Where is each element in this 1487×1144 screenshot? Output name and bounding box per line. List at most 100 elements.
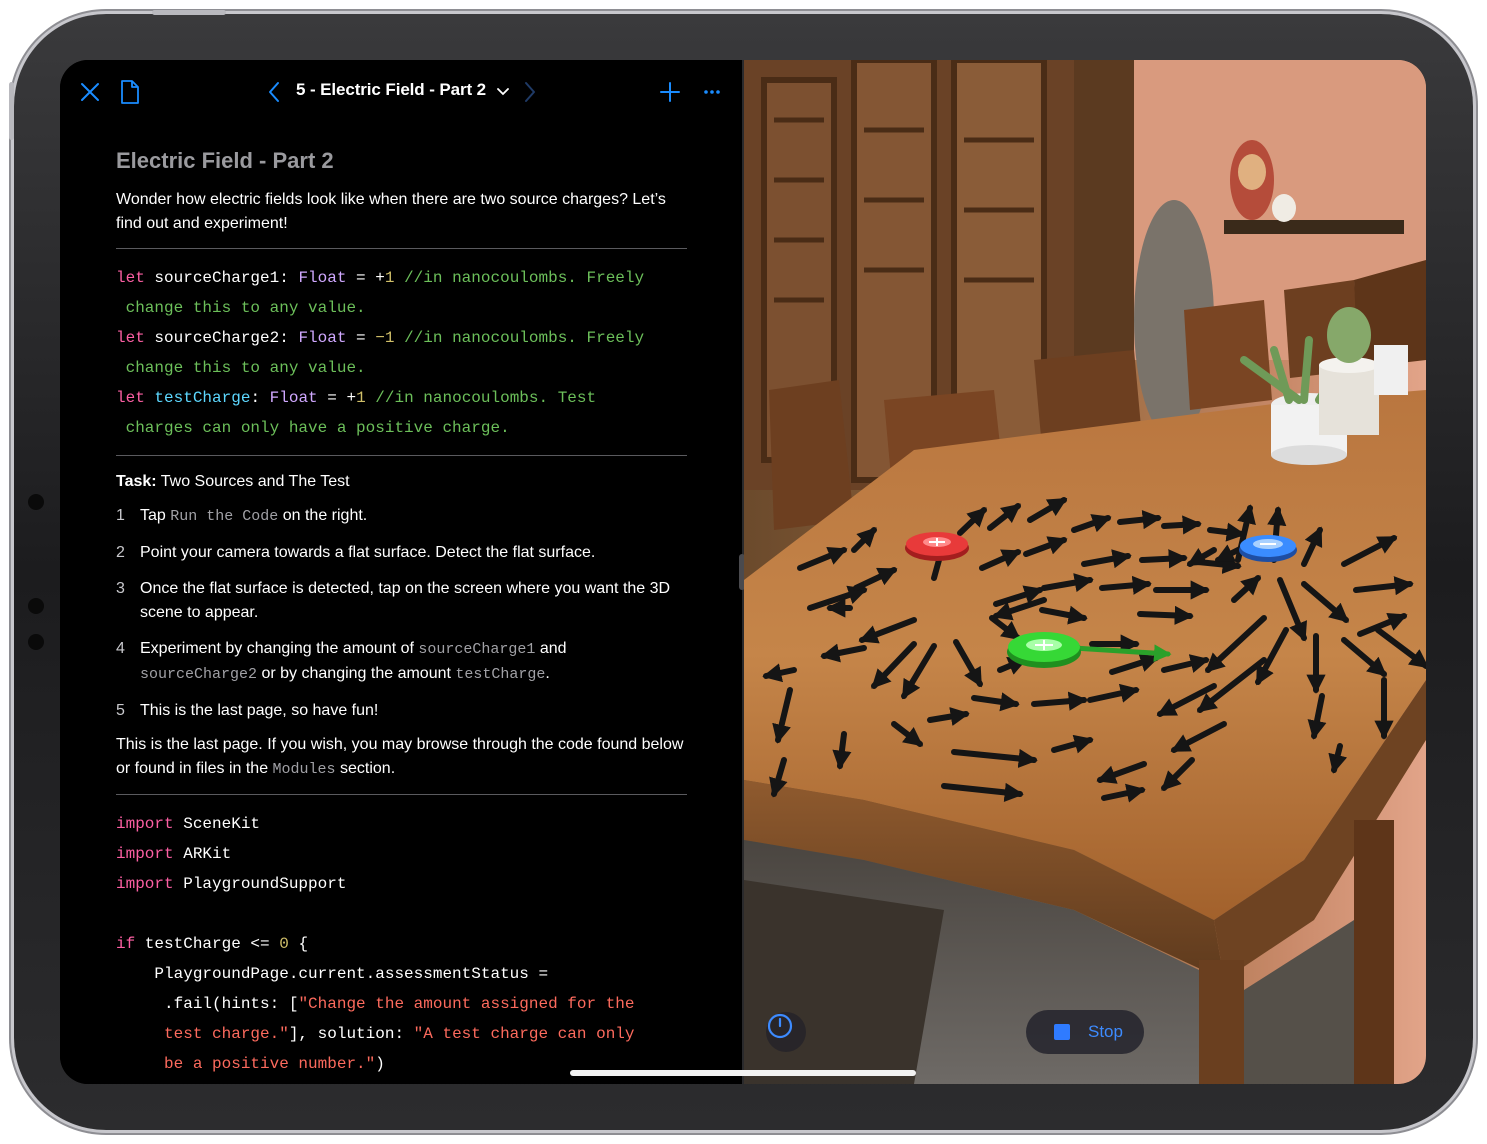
code-token: Float: [288, 329, 347, 347]
code-comment: change this to any value.: [116, 299, 366, 317]
task-label: Task:: [116, 473, 157, 490]
list-item: 5 This is the last page, so have fun!: [116, 699, 687, 723]
inline-code: sourceCharge2: [140, 666, 258, 683]
code-token: ): [375, 1055, 385, 1073]
outro-text: This is the last page. If you wish, you …: [116, 733, 687, 782]
code-token: ARKit: [173, 845, 232, 863]
task-name: Two Sources and The Test: [160, 473, 350, 490]
ar-scene: [744, 60, 1426, 1084]
code-comment: //in nanocoulombs. Freely: [394, 269, 645, 287]
outro-text-part: This is the last page. If you wish, you …: [116, 736, 684, 777]
page-content: Electric Field - Part 2 Wonder how elect…: [116, 148, 687, 1079]
code-token: 0: [279, 935, 289, 953]
page-title: 5 - Electric Field - Part 2: [296, 80, 487, 99]
code-token: .fail(hints: [: [116, 995, 299, 1013]
stop-icon: [1054, 1024, 1070, 1040]
source-code-block: import SceneKit import ARKit import Play…: [116, 809, 687, 1079]
step-number: 5: [116, 702, 125, 719]
page-heading: Electric Field - Part 2: [116, 148, 334, 173]
step-text: Once the flat surface is detected, tap o…: [140, 580, 671, 621]
code-token: sourceCharge1:: [144, 269, 289, 287]
code-token: PlaygroundSupport: [173, 875, 347, 893]
code-token: testCharge <=: [135, 935, 280, 953]
step-text: on the right.: [278, 507, 368, 524]
stop-label: Stop: [1088, 1022, 1123, 1041]
code-token: PlaygroundPage.current.assessmentStatus …: [116, 965, 549, 983]
divider: [116, 455, 687, 456]
code-comment: change this to any value.: [116, 359, 366, 377]
top-button-2: [176, 10, 226, 15]
step-text: This is the last page, so have fun!: [140, 702, 379, 719]
code-token: import: [116, 815, 174, 833]
document-icon[interactable]: [118, 78, 142, 106]
list-item: 1 Tap Run the Code on the right.: [116, 504, 687, 529]
code-token: Float: [288, 269, 347, 287]
step-text: Tap: [140, 507, 171, 524]
sensor-dot: [28, 494, 44, 510]
code-string: test charge.": [116, 1025, 289, 1043]
code-token: {: [288, 935, 309, 953]
positive-source-charge[interactable]: [905, 532, 969, 561]
step-number: 2: [116, 544, 125, 561]
code-comment: charges can only have a positive charge.: [116, 419, 510, 437]
code-token: SceneKit: [173, 815, 261, 833]
code-token: ], solution:: [288, 1025, 414, 1043]
list-item: 3 Once the flat surface is detected, tap …: [116, 577, 687, 625]
test-charge-value[interactable]: 1: [356, 389, 366, 407]
speedometer-icon[interactable]: [766, 1012, 806, 1052]
navigation-bar: 5 - Electric Field - Part 2: [60, 60, 743, 124]
step-text: or by changing the amount: [257, 665, 456, 682]
step-text: and: [535, 640, 567, 657]
code-token: let: [116, 269, 145, 287]
step-number: 3: [116, 580, 125, 597]
code-comment: //in nanocoulombs. Test: [365, 389, 597, 407]
inline-code: testCharge: [455, 666, 546, 683]
code-token: =: [346, 329, 376, 347]
ellipsis-icon[interactable]: [700, 80, 724, 104]
code-string: be a positive number.": [116, 1055, 376, 1073]
screen: 5 - Electric Field - Part 2 Electric Fie…: [60, 60, 1426, 1084]
code-token: let: [116, 389, 145, 407]
inline-code: Run the Code: [170, 508, 279, 525]
steps-list: 1 Tap Run the Code on the right. 2 Point y…: [116, 504, 687, 723]
chevron-left-icon[interactable]: [264, 80, 284, 104]
sensor-dot: [28, 598, 44, 614]
chevron-down-icon: [496, 81, 509, 101]
source-charge-2-value[interactable]: −1: [375, 329, 394, 347]
ar-live-view[interactable]: Stop: [744, 60, 1426, 1084]
task-title: Task: Two Sources and The Test: [116, 470, 687, 494]
editable-code-block[interactable]: let sourceCharge1: Float = +1 //in nanoc…: [116, 263, 687, 443]
code-token: testCharge: [144, 389, 251, 407]
code-token: :: [250, 389, 261, 407]
code-string: "Change the amount assigned for the: [298, 995, 635, 1013]
code-token: if: [116, 935, 136, 953]
list-item: 2 Point your camera towards a flat surfac…: [116, 541, 687, 565]
list-item: 4 Experiment by changing the amount of so…: [116, 637, 687, 687]
code-token: = +: [317, 389, 357, 407]
intro-text: Wonder how electric fields look like whe…: [116, 191, 666, 232]
divider: [116, 794, 687, 795]
divider: [116, 248, 687, 249]
code-string: "A test charge can only: [413, 1025, 635, 1043]
plus-icon[interactable]: [658, 80, 682, 104]
code-token: import: [116, 875, 174, 893]
code-token: Float: [260, 389, 318, 407]
inline-code: sourceCharge1: [418, 641, 536, 658]
home-indicator[interactable]: [570, 1070, 916, 1076]
stop-button[interactable]: Stop: [1026, 1010, 1144, 1054]
test-charge[interactable]: [1007, 632, 1081, 668]
instructions-pane: 5 - Electric Field - Part 2 Electric Fie…: [60, 60, 743, 1084]
chevron-right-icon[interactable]: [520, 80, 540, 104]
outro-text-part: section.: [335, 760, 396, 777]
step-number: 1: [116, 507, 125, 524]
close-icon[interactable]: [78, 80, 102, 104]
step-text: Experiment by changing the amount of: [140, 640, 419, 657]
sensor-dot: [28, 634, 44, 650]
negative-source-charge[interactable]: [1239, 535, 1297, 562]
page-title-menu[interactable]: 5 - Electric Field - Part 2: [296, 80, 509, 101]
code-token: let: [116, 329, 145, 347]
volume-button: [9, 82, 14, 140]
inline-code: Modules: [272, 761, 336, 778]
step-text: .: [545, 665, 550, 682]
step-text: Point your camera towards a flat surface…: [140, 544, 596, 561]
